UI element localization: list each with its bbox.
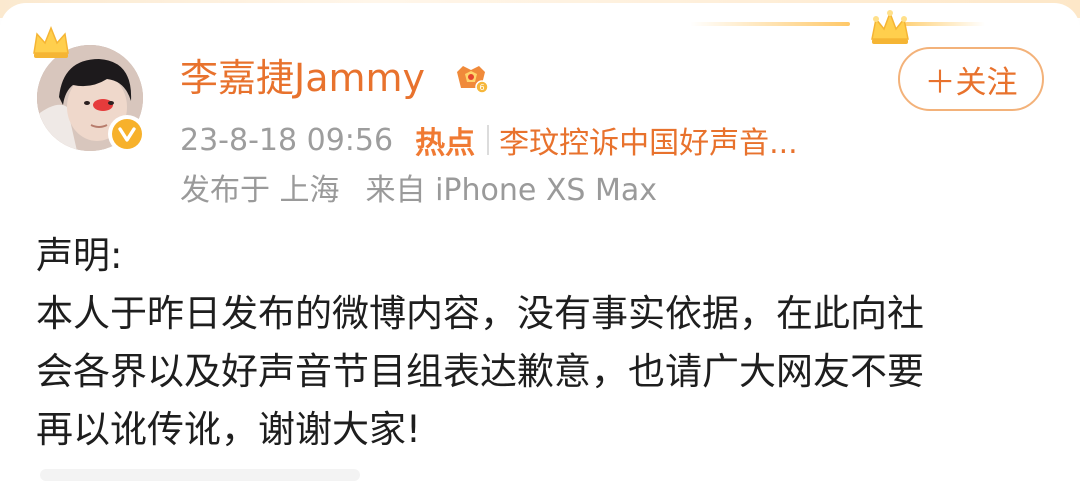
- post-body-line: 会各界以及好声音节目组表达歉意，也请广大网友不要: [36, 350, 924, 393]
- post-meta: 23-8-18 09:56 热点 李玟控诉中国好声音...: [180, 118, 798, 162]
- crown-icon: [871, 10, 909, 44]
- post-location: 发布于 上海: [180, 173, 340, 208]
- post-body-line: 声明:: [36, 234, 123, 277]
- follow-button[interactable]: ＋关注: [898, 47, 1044, 111]
- post-body-line: 本人于昨日发布的微博内容，没有事实依据，在此向社: [36, 292, 924, 335]
- crown-icon: [33, 25, 69, 58]
- post-body-line: 再以讹传讹，谢谢大家!: [36, 408, 421, 451]
- post-device: 来自 iPhone XS Max: [365, 173, 658, 208]
- post-time: 23-8-18 09:56: [180, 122, 394, 158]
- vip-crown-icon[interactable]: 6: [451, 58, 491, 98]
- hot-topic-link[interactable]: 李玟控诉中国好声音...: [499, 118, 798, 162]
- decorative-line: [905, 22, 985, 26]
- decorative-line: [690, 22, 850, 26]
- hot-badge[interactable]: 热点: [415, 118, 475, 162]
- post-body: 声明: 本人于昨日发布的微博内容，没有事实依据，在此向社 会各界以及好声音节目组…: [36, 227, 1046, 459]
- verified-v-icon: [112, 119, 142, 149]
- author-name[interactable]: 李嘉捷Jammy: [180, 51, 425, 105]
- next-element-edge: [40, 469, 360, 481]
- divider: [487, 125, 490, 155]
- weibo-post-card: 李嘉捷Jammy 6 ＋关注 23-8-18 09:56 热点 李玟控诉中国好声…: [0, 3, 1080, 483]
- svg-text:6: 6: [479, 83, 484, 92]
- post-source: 发布于 上海 来自 iPhone XS Max: [180, 167, 658, 208]
- verified-badge: [108, 115, 146, 153]
